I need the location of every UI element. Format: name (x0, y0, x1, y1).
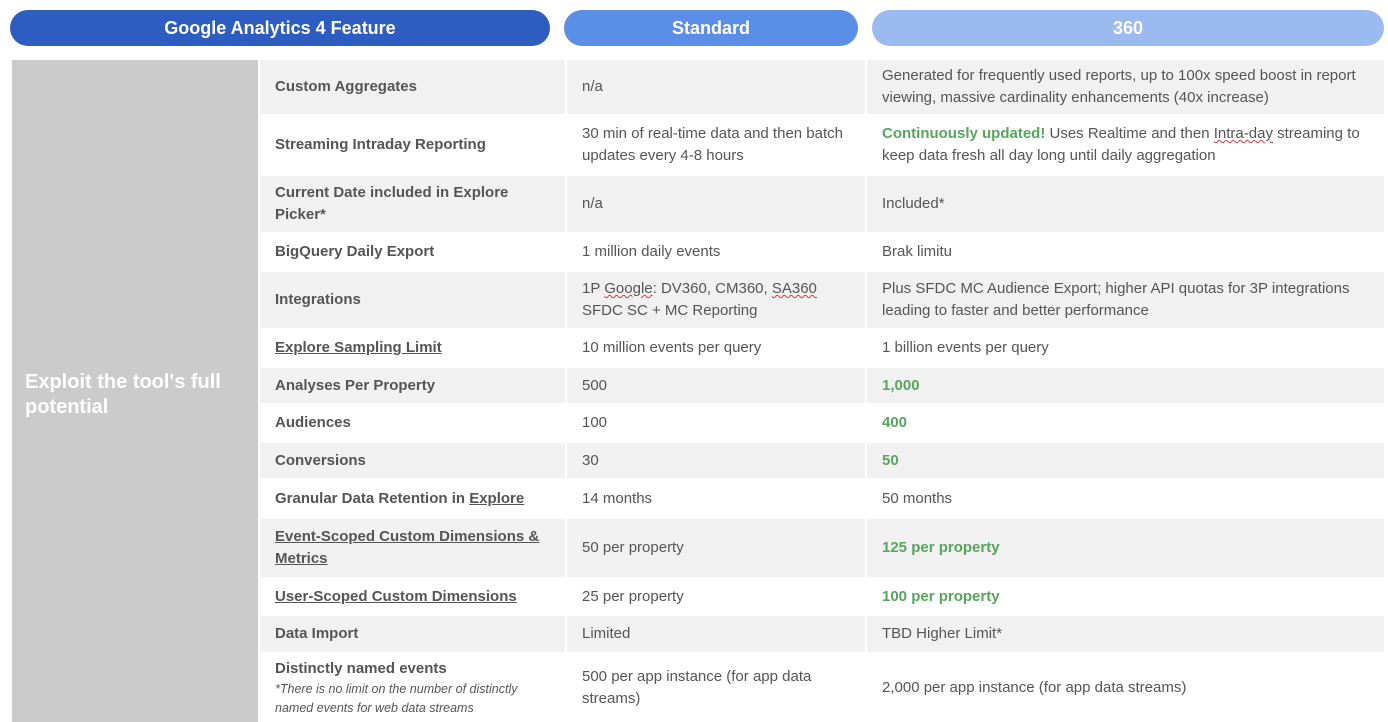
table-row: Audiences 100 400 (260, 405, 1384, 443)
standard-cell: 25 per property (565, 579, 865, 614)
spellcheck-word: Google (604, 280, 653, 297)
header-360: 360 (872, 10, 1384, 46)
spellcheck-word: Intra-day (1213, 125, 1273, 142)
standard-cell: 30 min of real-time data and then batch … (565, 116, 865, 174)
table-row: Granular Data Retention in Explore 14 mo… (260, 480, 1384, 519)
premium-cell: 1 billion events per query (865, 330, 1384, 366)
table-row: Current Date included in Explore Picker*… (260, 176, 1384, 234)
table-row: Streaming Intraday Reporting 30 min of r… (260, 116, 1384, 176)
table-row: Analyses Per Property 500 1,000 (260, 368, 1384, 405)
premium-cell: 100 per property (865, 579, 1384, 614)
comparison-table: Custom Aggregates n/a Generated for freq… (260, 60, 1384, 722)
standard-cell: 50 per property (565, 519, 865, 577)
premium-cell: 2,000 per app instance (for app data str… (865, 654, 1384, 722)
feature-link[interactable]: Event-Scoped Custom Dimensions & Metrics (275, 526, 553, 570)
feature-cell: Custom Aggregates (275, 78, 417, 95)
premium-cell: Continuously updated! Uses Realtime and … (865, 116, 1384, 174)
feature-cell: Data Import (275, 625, 359, 642)
feature-cell: Streaming Intraday Reporting (275, 136, 486, 153)
premium-cell: 50 (865, 443, 1384, 478)
premium-cell: Generated for frequently used reports, u… (865, 60, 1384, 114)
feature-cell: BigQuery Daily Export (275, 243, 435, 260)
table-row: Conversions 30 50 (260, 443, 1384, 480)
premium-cell: 400 (865, 405, 1384, 441)
feature-cell: Conversions (275, 451, 366, 469)
feature-cell: Current Date included in Explore Picker* (275, 184, 509, 223)
premium-value: 100 per property (882, 587, 1000, 605)
premium-cell: 50 months (865, 480, 1384, 517)
premium-value: 125 per property (882, 539, 1000, 556)
feature-cell: Distinctly named events *There is no lim… (260, 654, 565, 722)
feature-cell: Granular Data Retention in Explore (260, 480, 565, 517)
feature-footnote: *There is no limit on the number of dist… (275, 682, 518, 715)
premium-cell: 1,000 (865, 368, 1384, 403)
feature-text: Granular Data Retention in (275, 489, 470, 507)
standard-cell: n/a (565, 60, 865, 114)
standard-cell: 100 (565, 405, 865, 441)
sidebar-category: Exploit the tool's full potential (12, 60, 258, 722)
standard-text: SFDC SC + MC Reporting (582, 302, 758, 319)
feature-cell: Audiences (275, 414, 351, 431)
standard-cell: 500 per app instance (for app data strea… (565, 654, 865, 722)
standard-text: : DV360, CM360, (652, 280, 772, 297)
spellcheck-word: SA360 (771, 280, 817, 297)
premium-text: Uses Realtime and then (1045, 125, 1214, 142)
standard-cell: 10 million events per query (565, 330, 865, 366)
premium-cell: TBD Higher Limit* (865, 616, 1384, 652)
feature-cell: User-Scoped Custom Dimensions (260, 579, 565, 614)
standard-cell: 1 million daily events (565, 234, 865, 270)
table-row: BigQuery Daily Export 1 million daily ev… (260, 234, 1384, 272)
premium-value: 1,000 (882, 376, 920, 394)
standard-cell: 1P Google: DV360, CM360, SA360 SFDC SC +… (565, 272, 865, 328)
table-row: Integrations 1P Google: DV360, CM360, SA… (260, 272, 1384, 330)
premium-value: 50 (882, 451, 899, 469)
feature-link[interactable]: Explore Sampling Limit (275, 337, 553, 359)
premium-cell: Brak limitu (865, 234, 1384, 270)
table-row: Distinctly named events *There is no lim… (260, 654, 1384, 722)
standard-text: 1P (582, 280, 605, 297)
table-row: Custom Aggregates n/a Generated for freq… (260, 60, 1384, 116)
standard-cell: 30 (565, 443, 865, 478)
table-row: Data Import Limited TBD Higher Limit* (260, 616, 1384, 654)
feature-text: Distinctly named events (275, 660, 447, 677)
feature-cell: Analyses Per Property (275, 376, 436, 394)
premium-value: 400 (882, 414, 908, 431)
feature-cell: Event-Scoped Custom Dimensions & Metrics (260, 519, 565, 577)
explore-link[interactable]: Explore (469, 490, 524, 507)
table-row: Explore Sampling Limit 10 million events… (260, 330, 1384, 368)
table-row: Event-Scoped Custom Dimensions & Metrics… (260, 519, 1384, 579)
feature-link[interactable]: User-Scoped Custom Dimensions (275, 586, 553, 608)
header-feature: Google Analytics 4 Feature (10, 10, 550, 46)
premium-cell: 125 per property (865, 519, 1384, 577)
standard-cell: Limited (565, 616, 865, 652)
standard-cell: 500 (565, 368, 865, 403)
highlight-text: Continuously updated! (882, 125, 1046, 142)
feature-cell: Integrations (275, 291, 361, 308)
header-standard: Standard (564, 10, 858, 46)
standard-cell: 14 months (565, 480, 865, 517)
table-row: User-Scoped Custom Dimensions 25 per pro… (260, 579, 1384, 616)
feature-cell: Explore Sampling Limit (260, 330, 565, 366)
sidebar-label: Exploit the tool's full potential (25, 371, 221, 418)
premium-cell: Plus SFDC MC Audience Export; higher API… (865, 272, 1384, 328)
premium-cell: Included* (865, 176, 1384, 232)
standard-cell: n/a (565, 176, 865, 232)
